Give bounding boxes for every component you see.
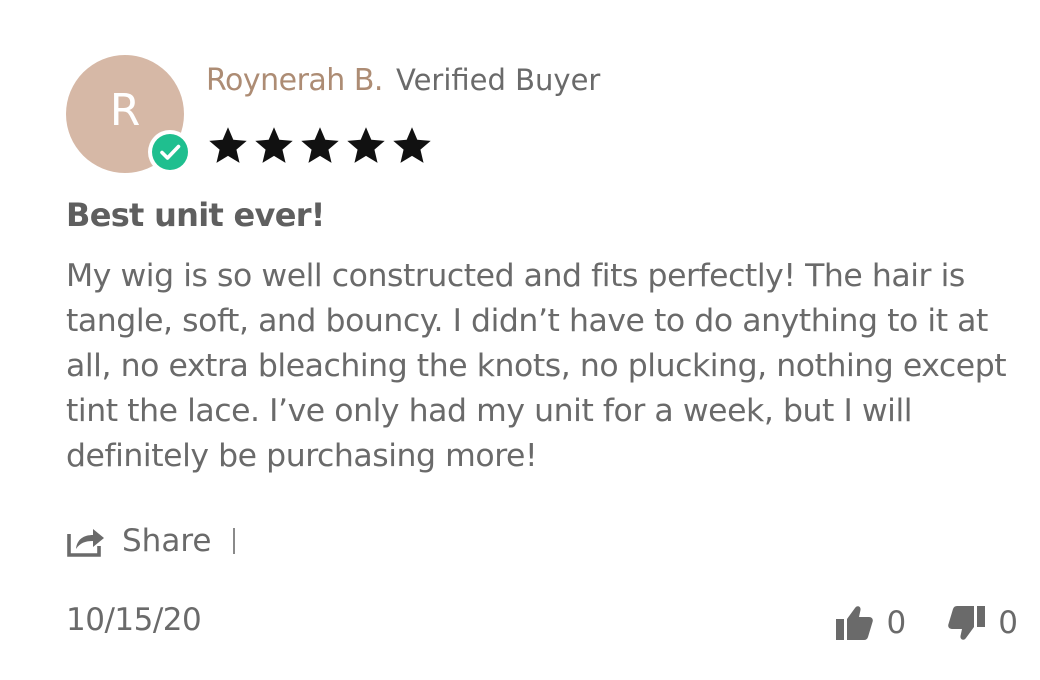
star-icon bbox=[301, 127, 339, 163]
thumbs-down-button[interactable]: 0 bbox=[946, 603, 1018, 643]
share-row: Share bbox=[66, 516, 236, 566]
star-icon bbox=[347, 127, 385, 163]
reviewer-name: Roynerah B. bbox=[206, 63, 383, 98]
thumbs-up-count: 0 bbox=[886, 605, 907, 641]
star-icon bbox=[255, 127, 293, 163]
thumbs-up-icon bbox=[835, 606, 873, 640]
share-icon[interactable] bbox=[66, 524, 106, 558]
thumbs-down-icon bbox=[948, 606, 986, 640]
thumbs-down-count: 0 bbox=[998, 605, 1018, 641]
verified-buyer-label: Verified Buyer bbox=[396, 63, 601, 97]
star-rating bbox=[206, 124, 434, 168]
share-divider bbox=[233, 528, 236, 554]
review-card: R Roynerah B. Verified Buyer Best unit e… bbox=[0, 0, 1040, 680]
review-body: My wig is so well constructed and fits p… bbox=[66, 258, 1007, 474]
verified-check-icon bbox=[148, 130, 192, 174]
thumbs-up-button[interactable]: 0 bbox=[835, 603, 907, 643]
review-title: Best unit ever! bbox=[66, 196, 325, 234]
vote-controls: 0 0 bbox=[835, 600, 1018, 646]
star-icon bbox=[209, 127, 247, 163]
review-date: 10/15/20 bbox=[66, 602, 202, 638]
star-icon bbox=[393, 127, 431, 163]
share-button[interactable]: Share bbox=[122, 523, 211, 559]
